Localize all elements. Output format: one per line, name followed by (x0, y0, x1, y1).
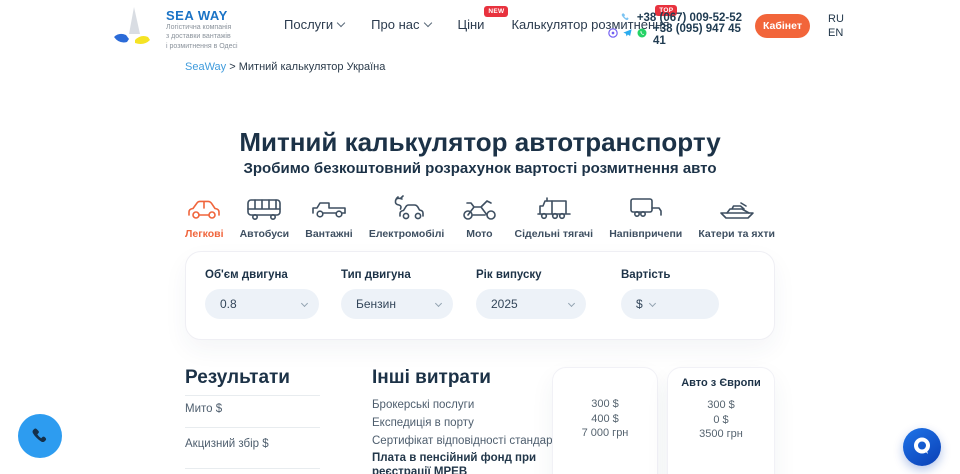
other-costs-section: Інші витрати Брокерські послуги Експедиц… (372, 367, 557, 389)
breadcrumb-separator: > (226, 61, 239, 73)
chevron-down-icon (337, 19, 345, 27)
trailer-icon (627, 193, 665, 221)
nav-prices[interactable]: Ціни NEW (458, 17, 485, 32)
broker-services-item: Брокерські послуги (372, 399, 474, 411)
telegram-icon[interactable] (622, 28, 633, 41)
viber-icon[interactable] (608, 28, 618, 41)
tab-boats-yachts[interactable]: Катери та яхти (698, 193, 775, 240)
price-card-europe: Авто з Європи 300 $ 0 $ 3500 грн (667, 367, 775, 474)
duty-row: Мито $ (185, 403, 222, 415)
results-section: Результати Мито $ Акцизний збір $ (185, 367, 320, 389)
header-contacts: +38 (067) 009-52-52 +38 (095) 947 45 41 (608, 10, 742, 44)
car-icon (185, 193, 223, 221)
price-card-title: Авто з Європи (668, 377, 774, 389)
phone-icon (30, 425, 50, 448)
language-switcher: RU EN (828, 12, 844, 40)
lang-ru[interactable]: RU (828, 12, 844, 26)
engine-volume-label: Об'єм двигуна (205, 269, 319, 281)
tab-buses[interactable]: Автобуси (240, 193, 290, 240)
brand-name: SEA WAY (166, 8, 238, 23)
phone-number-2[interactable]: +38 (095) 947 45 41 (653, 23, 742, 47)
whatsapp-icon[interactable] (637, 28, 647, 41)
tab-semi-trailers[interactable]: Напівпричепи (609, 193, 682, 240)
price-value: 3500 грн (668, 427, 774, 442)
truck-icon (310, 193, 348, 221)
chevron-down-icon (435, 299, 442, 306)
page-title: Митний калькулятор автотранспорту (0, 127, 960, 158)
page-subtitle: Зробимо безкоштовний розрахунок вартості… (0, 160, 960, 177)
other-costs-title: Інші витрати (372, 367, 557, 389)
electric-car-icon (388, 193, 426, 221)
nav-about[interactable]: Про нас (371, 17, 430, 32)
phone-icon (620, 11, 631, 25)
lang-en[interactable]: EN (828, 26, 844, 40)
tab-cars[interactable]: Легкові (185, 193, 223, 240)
nav-services[interactable]: Послуги (284, 17, 344, 32)
price-value: 0 $ (668, 413, 774, 428)
year-label: Рік випуску (476, 269, 586, 281)
engine-volume-select[interactable]: 0.8 (205, 289, 319, 319)
certificate-item: Сертифікат відповідності стандартам (372, 435, 572, 447)
cost-currency-input[interactable]: $ (621, 289, 719, 319)
breadcrumb: SeaWay > Митний калькулятор Україна (185, 61, 385, 73)
new-badge: NEW (484, 6, 508, 17)
calculator-form: Об'єм двигуна 0.8 Тип двигуна Бензин Рік… (185, 251, 775, 340)
sea-way-logo-icon (110, 6, 158, 53)
logo[interactable]: SEA WAY Логістична компанія з доставки в… (110, 6, 238, 53)
breadcrumb-current: Митний калькулятор Україна (239, 61, 386, 73)
chat-bubble-icon (910, 434, 934, 461)
call-button[interactable] (18, 414, 62, 458)
motorcycle-icon (460, 193, 498, 221)
price-value: 300 $ (553, 397, 657, 412)
tab-moto[interactable]: Мото (460, 193, 498, 240)
engine-type-select[interactable]: Бензин (341, 289, 453, 319)
price-card-1: 300 $ 400 $ 7 000 грн (552, 367, 658, 474)
tab-semi-trucks[interactable]: Сідельні тягачі (515, 193, 594, 240)
cost-label: Вартість (621, 269, 719, 281)
chat-widget-button[interactable] (903, 428, 941, 466)
chevron-down-icon (301, 299, 308, 306)
vehicle-type-tabs: Легкові Автобуси Вантажні (185, 193, 775, 240)
chevron-down-icon (649, 299, 656, 306)
price-value: 7 000 грн (553, 426, 657, 441)
tab-trucks[interactable]: Вантажні (305, 193, 352, 240)
tab-electric-cars[interactable]: Електромобілі (369, 193, 445, 240)
price-value: 300 $ (668, 398, 774, 413)
results-title: Результати (185, 367, 320, 389)
chevron-down-icon (568, 299, 575, 306)
engine-type-label: Тип двигуна (341, 269, 453, 281)
price-value: 400 $ (553, 412, 657, 427)
brand-tagline: Логістична компанія з доставки вантажів … (166, 23, 238, 50)
chevron-down-icon (423, 19, 431, 27)
pension-fund-item: Плата в пенсійний фонд при реєстрації МР… (372, 451, 542, 474)
cabinet-button[interactable]: Кабінет (755, 14, 810, 38)
port-expedition-item: Експедиція в порту (372, 417, 474, 429)
excise-row: Акцизний збір $ (185, 438, 269, 450)
bus-icon (245, 193, 283, 221)
breadcrumb-home-link[interactable]: SeaWay (185, 61, 226, 73)
page: SEA WAY Логістична компанія з доставки в… (0, 0, 960, 474)
yacht-icon (718, 193, 756, 221)
year-select[interactable]: 2025 (476, 289, 586, 319)
semi-truck-icon (535, 193, 573, 221)
